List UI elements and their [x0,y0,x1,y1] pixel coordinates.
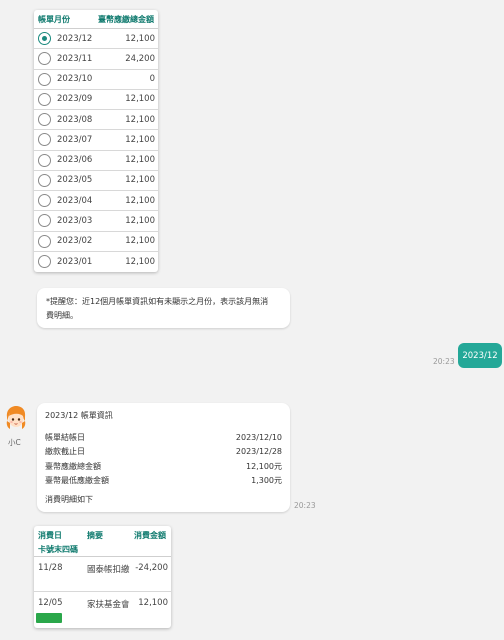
bill-month-row[interactable]: 2023/06 12,100 [34,151,158,171]
month-radio-button[interactable] [38,72,51,86]
bill-amount-value: 0 [149,74,155,85]
month-radio-button[interactable] [38,92,51,106]
bill-info-row: 帳單結帳日 2023/12/10 [45,430,282,445]
bill-amount-value: 12,100 [125,175,155,186]
notice-line-1: *提醒您：近12個月帳單資訊如有未顯示之月份，表示該月無消 [46,297,269,306]
bill-month-label: 2023/12 [57,33,93,44]
month-radio-button[interactable] [38,52,51,66]
transaction-row: 12/05 家扶基金會 12,100 [34,592,171,627]
bill-month-row[interactable]: 2023/10 0 [34,70,158,90]
bill-month-row[interactable]: 2023/02 12,100 [34,232,158,252]
tx-amount: -24,200 [135,563,168,573]
user-message-time: 20:23 [433,357,455,366]
month-radio-button[interactable] [38,133,51,147]
transaction-row: 11/28 國泰帳扣繳 -24,200 [34,557,171,592]
bill-table-header: 帳單月份 臺幣應繳總金額 [34,10,158,29]
bill-month-table: 帳單月份 臺幣應繳總金額 2023/12 12,100 2023/11 24,200 2… [34,10,158,272]
bill-month-row[interactable]: 2023/07 12,100 [34,130,158,151]
month-radio-button[interactable] [38,214,51,228]
bill-amount-value: 12,100 [125,215,155,226]
bill-month-row[interactable]: 2023/12 12,100 [34,29,158,50]
bill-month-row[interactable]: 2023/05 12,100 [34,171,158,191]
bill-info-row: 臺幣應繳總金額 12,100元 [45,459,282,474]
notice-bubble: *提醒您：近12個月帳單資訊如有未顯示之月份，表示該月無消 費明細。 [37,288,290,328]
tx-amount: 12,100 [138,598,168,608]
transactions-table: 消費日 摘要 消費金額 卡號末四碼 11/28 國泰帳扣繳 -24,200 12/05… [34,526,171,628]
bill-amount-value: 24,200 [125,53,155,64]
month-column-header: 帳單月份 [38,14,70,24]
bill-info-label: 臺幣最低應繳金額 [45,476,109,486]
bill-info-value: 2023/12/28 [235,447,282,457]
bill-month-row[interactable]: 2023/08 12,100 [34,110,158,131]
bill-month-row[interactable]: 2023/04 12,100 [34,191,158,212]
bill-month-label: 2023/09 [57,94,93,105]
bill-amount-value: 12,100 [125,256,155,267]
bot-avatar-icon [4,405,28,431]
bill-info-label: 臺幣應繳總金額 [45,461,101,471]
month-radio-button[interactable] [38,194,51,208]
month-radio-button[interactable] [38,153,51,167]
bill-amount-value: 12,100 [125,33,155,44]
bill-month-label: 2023/10 [57,74,93,85]
bill-month-row[interactable]: 2023/01 12,100 [34,252,158,272]
bill-month-label: 2023/08 [57,114,93,125]
month-radio-button[interactable] [38,32,51,46]
tx-description: 家扶基金會 [87,600,130,610]
bill-month-label: 2023/05 [57,175,93,186]
amount-column-header: 臺幣應繳總金額 [98,14,154,24]
bill-month-label: 2023/01 [57,256,93,267]
bill-info-label: 帳單結帳日 [45,432,85,442]
bill-info-row: 臺幣最低應繳金額 1,300元 [45,474,282,489]
user-message-bubble: 2023/12 [458,343,502,368]
bill-info-card: 2023/12 帳單資訊 帳單結帳日 2023/12/10 繳款截止日 2023/12… [37,403,290,512]
bill-info-row: 繳款截止日 2023/12/28 [45,445,282,460]
month-radio-button[interactable] [38,234,51,248]
bill-month-row[interactable]: 2023/03 12,100 [34,211,158,232]
bill-info-value: 1,300元 [251,476,282,486]
bill-info-label: 繳款截止日 [45,447,85,457]
bill-month-row[interactable]: 2023/09 12,100 [34,90,158,110]
bill-amount-value: 12,100 [125,114,155,125]
bill-month-row[interactable]: 2023/11 24,200 [34,49,158,70]
bill-info-value: 12,100元 [246,461,282,471]
tx-desc-header: 摘要 [87,531,103,540]
month-radio-button[interactable] [38,173,51,187]
bill-amount-value: 12,100 [125,94,155,105]
card-tag-marker [36,613,62,623]
bill-info-value: 2023/12/10 [235,432,282,442]
bill-month-label: 2023/04 [57,195,93,206]
bot-name: 小C [8,438,21,447]
bill-month-label: 2023/02 [57,236,93,247]
tx-date: 12/05 [38,598,63,608]
tx-date-header: 消費日 [38,531,62,540]
tx-amount-header: 消費金額 [134,531,166,540]
bill-month-label: 2023/11 [57,53,93,64]
bill-amount-value: 12,100 [125,155,155,166]
bill-amount-value: 12,100 [125,134,155,145]
month-radio-button[interactable] [38,255,51,269]
month-radio-button[interactable] [38,113,51,127]
transactions-header: 消費日 摘要 消費金額 卡號末四碼 [34,526,171,557]
bot-message-time: 20:23 [294,501,316,510]
bill-month-label: 2023/06 [57,155,93,166]
bill-month-label: 2023/03 [57,215,93,226]
tx-description: 國泰帳扣繳 [87,565,130,575]
bill-month-label: 2023/07 [57,134,93,145]
bill-amount-value: 12,100 [125,236,155,247]
tx-date: 11/28 [38,563,63,573]
bill-info-footer: 消費明細如下 [45,495,93,504]
notice-line-2: 費明細。 [46,311,78,320]
bill-info-title: 2023/12 帳單資訊 [45,411,113,420]
bill-amount-value: 12,100 [125,195,155,206]
tx-card-header: 卡號末四碼 [38,545,78,554]
